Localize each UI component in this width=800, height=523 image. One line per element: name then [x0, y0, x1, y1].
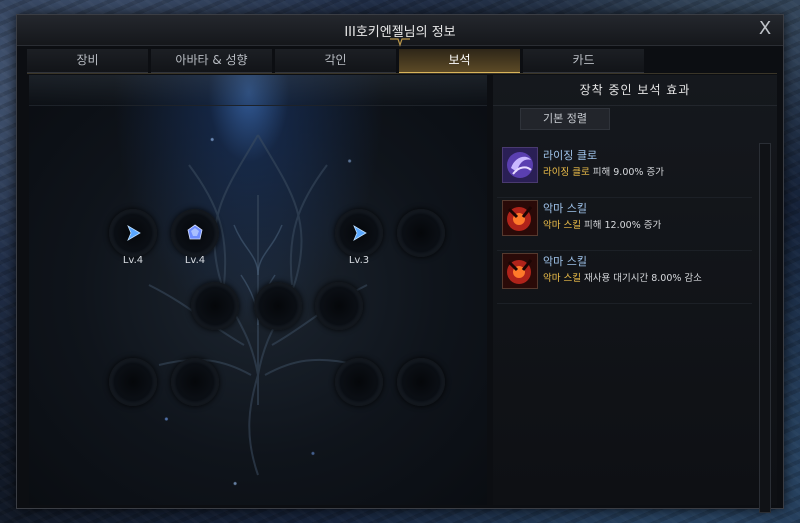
effects-scrollbar[interactable]	[759, 143, 771, 513]
demon-skill-icon	[502, 200, 538, 236]
tab-divider	[27, 73, 777, 74]
effect-description: 악마 스킬 피해 12.00% 증가	[543, 217, 661, 231]
effect-name: 악마 스킬	[543, 255, 587, 268]
tab-engraving[interactable]: 각인	[275, 49, 396, 73]
tab-cards[interactable]: 카드	[523, 49, 644, 73]
gem-socket-4[interactable]	[397, 209, 445, 257]
crystal-gem-icon	[187, 224, 203, 240]
title-ornament-icon	[390, 38, 410, 47]
gem-effects-panel: 장착 중인 보석 효과 기본 정렬 라이징 클로 라이징 클로 피해 9.00%…	[493, 75, 777, 513]
close-button[interactable]: X	[755, 19, 775, 39]
gem-socket-9[interactable]	[171, 358, 219, 406]
gem-socket-8[interactable]	[109, 358, 157, 406]
gem-level-1: Lv.4	[122, 255, 144, 266]
gem-socket-2[interactable]	[171, 209, 219, 257]
effect-item[interactable]: 악마 스킬 악마 스킬 피해 12.00% 증가	[497, 198, 752, 251]
character-info-window: III호키엔젤님의 정보 X 장비 아바타 & 성향 각인 보석 카드 Lv.4…	[16, 14, 784, 513]
effects-list: 라이징 클로 라이징 클로 피해 9.00% 증가 악마 스킬 악마 스킬 피해…	[497, 145, 752, 304]
tab-avatar-disposition[interactable]: 아바타 & 성향	[151, 49, 272, 73]
gem-level-3: Lv.3	[348, 255, 370, 266]
gem-socket-5[interactable]	[191, 282, 239, 330]
sort-button[interactable]: 기본 정렬	[520, 108, 610, 130]
gem-socket-3[interactable]	[335, 209, 383, 257]
gem-socket-7[interactable]	[315, 282, 363, 330]
effects-panel-title: 장착 중인 보석 효과	[493, 75, 777, 106]
emblem-decoration	[148, 134, 368, 476]
effect-skill-highlight: 악마 스킬	[543, 273, 581, 284]
rising-claw-icon	[502, 147, 538, 183]
gem-socket-1[interactable]	[109, 209, 157, 257]
tab-bar: 장비 아바타 & 성향 각인 보석 카드	[27, 49, 647, 74]
tab-equipment[interactable]: 장비	[27, 49, 148, 73]
blue-gem-icon	[127, 225, 141, 241]
effect-description: 라이징 클로 피해 9.00% 증가	[543, 164, 664, 178]
effect-name: 라이징 클로	[543, 149, 598, 162]
effect-name: 악마 스킬	[543, 202, 587, 215]
gem-level-2: Lv.4	[184, 255, 206, 266]
gem-socket-6[interactable]	[254, 282, 302, 330]
effect-item[interactable]: 악마 스킬 악마 스킬 재사용 대기시간 8.00% 감소	[497, 251, 752, 304]
effect-skill-highlight: 라이징 클로	[543, 167, 590, 178]
title-bar: III호키엔젤님의 정보 X	[17, 15, 783, 47]
effect-detail: 피해 12.00% 증가	[580, 220, 662, 231]
effect-description: 악마 스킬 재사용 대기시간 8.00% 감소	[543, 270, 702, 284]
tab-gems[interactable]: 보석	[399, 49, 520, 74]
gem-socket-11[interactable]	[397, 358, 445, 406]
effect-detail: 피해 9.00% 증가	[589, 167, 664, 178]
effect-item[interactable]: 라이징 클로 라이징 클로 피해 9.00% 증가	[497, 145, 752, 198]
gem-socket-panel: Lv.4 Lv.4 Lv.3	[29, 75, 487, 505]
effect-skill-highlight: 악마 스킬	[543, 220, 581, 231]
gem-socket-10[interactable]	[335, 358, 383, 406]
blue-gem-icon	[353, 225, 367, 241]
effect-detail: 재사용 대기시간 8.00% 감소	[580, 273, 702, 284]
demon-skill-icon	[502, 253, 538, 289]
